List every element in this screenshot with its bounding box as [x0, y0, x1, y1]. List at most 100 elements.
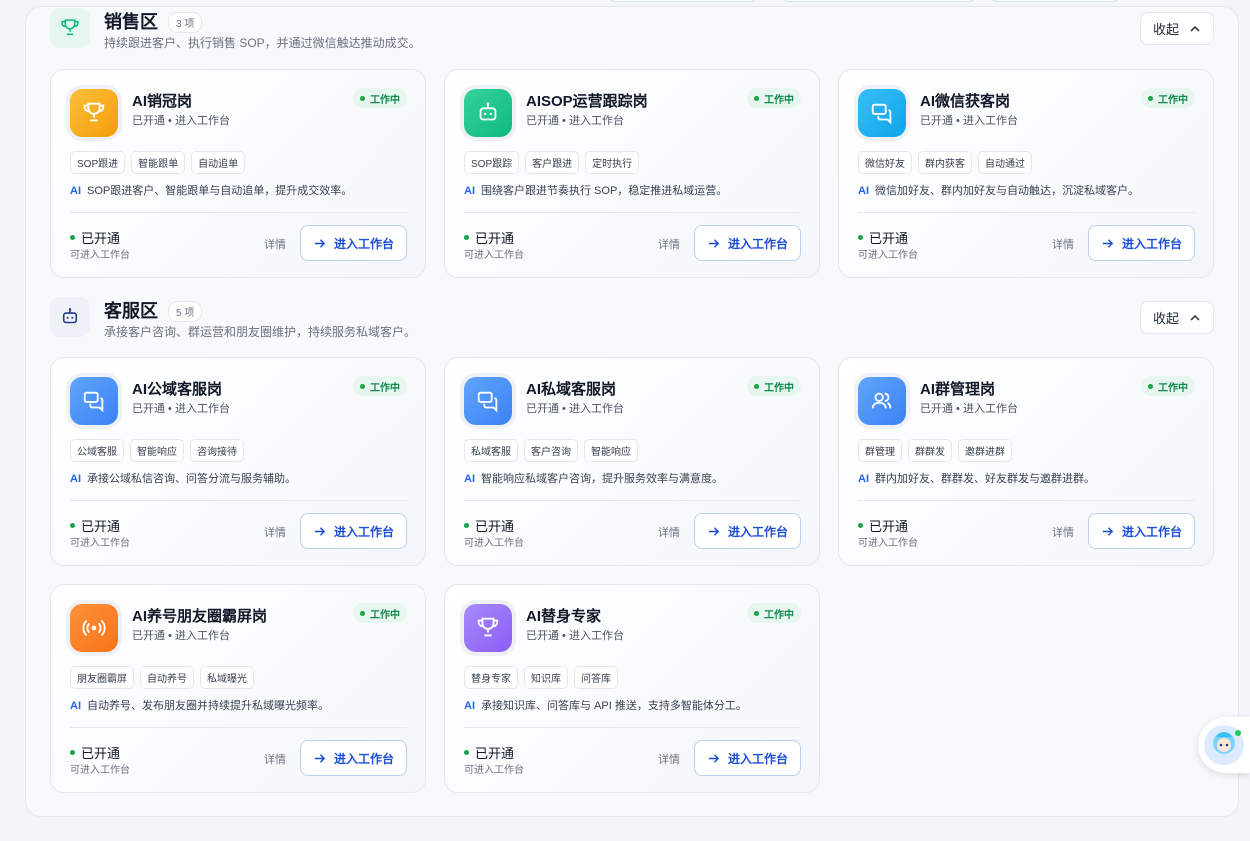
detail-link[interactable]: 详情 — [658, 524, 680, 540]
open-dot — [70, 523, 75, 528]
detail-link[interactable]: 详情 — [264, 524, 286, 540]
section-icon — [50, 8, 90, 48]
chevron-up-icon — [1190, 314, 1200, 321]
status-label: 工作中 — [764, 609, 794, 621]
status-badge: 工作中 — [353, 376, 407, 396]
open-hint: 可进入工作台 — [70, 538, 130, 549]
open-label: 已开通 — [475, 231, 515, 246]
job-icon — [858, 89, 906, 137]
tag: 定时执行 — [585, 151, 640, 174]
open-dot — [858, 235, 863, 240]
detail-link[interactable]: 详情 — [658, 751, 680, 767]
job-title: AI微信获客岗 — [920, 93, 1011, 110]
ai-mark: AI — [858, 473, 869, 485]
job-subtitle: 已开通 • 进入工作台 — [920, 115, 1018, 127]
status-badge: 工作中 — [747, 88, 801, 108]
section-title: 客服区 — [104, 301, 158, 321]
status-badge: 工作中 — [1141, 88, 1195, 108]
tag-list: SOP跟进 智能跟单 自动追单 — [70, 151, 246, 174]
job-description-text: SOP跟进客户、智能跟单与自动追单，提升成交效率。 — [87, 185, 353, 197]
job-title: AISOP运营跟踪岗 — [526, 93, 648, 110]
job-icon — [70, 604, 118, 652]
open-label: 已开通 — [81, 231, 121, 246]
arrow-right-icon — [314, 238, 326, 248]
tag: SOP跟进 — [70, 151, 126, 174]
arrow-right-icon — [708, 526, 720, 536]
enter-workspace-button[interactable]: 进入工作台 — [694, 740, 801, 776]
enter-workspace-button[interactable]: 进入工作台 — [300, 513, 407, 549]
divider — [70, 727, 407, 728]
open-hint: 可进入工作台 — [464, 765, 524, 776]
status-dot — [754, 383, 759, 389]
job-title: AI销冠岗 — [132, 93, 193, 110]
job-description: AI 智能响应私域客户咨询，提升服务效率与满意度。 — [464, 470, 723, 486]
tag: 替身专家 — [464, 666, 518, 689]
trophy-icon — [83, 102, 105, 122]
job-description: AI 群内加好友、群群发、好友群发与邀群进群。 — [858, 470, 1095, 486]
detail-link[interactable]: 详情 — [264, 751, 286, 767]
tag: 私域客服 — [464, 439, 518, 462]
job-card[interactable]: AI公域客服岗 已开通 • 进入工作台 工作中 公域客服 智能响应 咨询接待 AI 承接公域私… — [50, 357, 426, 566]
tag-list: 替身专家 知识库 问答库 — [464, 666, 618, 689]
collapse-button[interactable]: 收起 — [1140, 12, 1214, 45]
tag: 私域曝光 — [200, 666, 254, 689]
tag-list: 微信好友 群内获客 自动通过 — [858, 151, 1032, 174]
job-description: AI 围绕客户跟进节奏执行 SOP，稳定推进私域运营。 — [464, 182, 727, 198]
detail-link[interactable]: 详情 — [1052, 524, 1074, 540]
top-filter-pill[interactable] — [990, 0, 1120, 2]
assistant-avatar-icon — [1204, 725, 1244, 765]
job-card[interactable]: AI销冠岗 已开通 • 进入工作台 工作中 SOP跟进 智能跟单 自动追单 AI SOP跟进客… — [50, 69, 426, 278]
job-description-text: 承接公域私信咨询、问答分流与服务辅助。 — [87, 473, 296, 485]
enter-workspace-button[interactable]: 进入工作台 — [300, 740, 407, 776]
status-label: 工作中 — [1158, 382, 1188, 394]
enter-workspace-button[interactable]: 进入工作台 — [1088, 225, 1195, 261]
open-state: 已开通 — [464, 228, 514, 247]
tag: 自动养号 — [140, 666, 194, 689]
status-badge: 工作中 — [1141, 376, 1195, 396]
job-title: AI公域客服岗 — [132, 381, 223, 398]
top-filter-pill[interactable] — [780, 0, 976, 2]
detail-link[interactable]: 详情 — [658, 236, 680, 252]
job-card[interactable]: AI私域客服岗 已开通 • 进入工作台 工作中 私域客服 客户咨询 智能响应 AI 智能响应私… — [444, 357, 820, 566]
open-label: 已开通 — [81, 746, 121, 761]
open-state: 已开通 — [464, 743, 514, 762]
open-state: 已开通 — [70, 743, 120, 762]
open-state: 已开通 — [858, 516, 908, 535]
open-dot — [70, 235, 75, 240]
arrow-right-icon — [1102, 238, 1114, 248]
status-label: 工作中 — [370, 382, 400, 394]
section-header: 客服区 5 项承接客户咨询、群运营和朋友圈维护，持续服务私域客户。 收起 — [50, 297, 1214, 347]
open-dot — [464, 750, 469, 755]
section-count-badge: 5 项 — [168, 301, 203, 322]
detail-link[interactable]: 详情 — [1052, 236, 1074, 252]
ai-mark: AI — [464, 185, 475, 197]
job-card[interactable]: AISOP运营跟踪岗 已开通 • 进入工作台 工作中 SOP跟踪 客户跟进 定时执行 AI 围… — [444, 69, 820, 278]
enter-workspace-button[interactable]: 进入工作台 — [1088, 513, 1195, 549]
enter-workspace-button[interactable]: 进入工作台 — [694, 225, 801, 261]
enter-workspace-button[interactable]: 进入工作台 — [300, 225, 407, 261]
job-card[interactable]: AI替身专家 已开通 • 进入工作台 工作中 替身专家 知识库 问答库 AI 承接知识库、问答… — [444, 584, 820, 793]
enter-workspace-button[interactable]: 进入工作台 — [694, 513, 801, 549]
job-card[interactable]: AI养号朋友圈霸屏岗 已开通 • 进入工作台 工作中 朋友圈霸屏 自动养号 私域曝光 AI 自… — [50, 584, 426, 793]
open-hint: 可进入工作台 — [70, 765, 130, 776]
job-subtitle: 已开通 • 进入工作台 — [920, 403, 1018, 415]
section-description: 承接客户咨询、群运营和朋友圈维护，持续服务私域客户。 — [104, 325, 417, 339]
enter-workspace-label: 进入工作台 — [1121, 524, 1182, 539]
open-dot — [70, 750, 75, 755]
assistant-avatar-button[interactable] — [1198, 717, 1250, 773]
top-filter-pill[interactable] — [608, 0, 758, 2]
detail-link[interactable]: 详情 — [264, 236, 286, 252]
tag: 朋友圈霸屏 — [70, 666, 134, 689]
job-card[interactable]: AI微信获客岗 已开通 • 进入工作台 工作中 微信好友 群内获客 自动通过 AI 微信加好友… — [838, 69, 1214, 278]
divider — [464, 727, 801, 728]
job-title: AI养号朋友圈霸屏岗 — [132, 608, 268, 625]
collapse-button[interactable]: 收起 — [1140, 301, 1214, 334]
tag: 知识库 — [524, 666, 568, 689]
tag: 客户咨询 — [524, 439, 578, 462]
arrow-right-icon — [708, 753, 720, 763]
status-badge: 工作中 — [353, 603, 407, 623]
tag-list: 公域客服 智能响应 咨询接待 — [70, 439, 244, 462]
tag: SOP跟踪 — [464, 151, 520, 174]
job-card[interactable]: AI群管理岗 已开通 • 进入工作台 工作中 群管理 群群发 邀群进群 AI 群内加好友、群群… — [838, 357, 1214, 566]
open-state: 已开通 — [858, 228, 908, 247]
